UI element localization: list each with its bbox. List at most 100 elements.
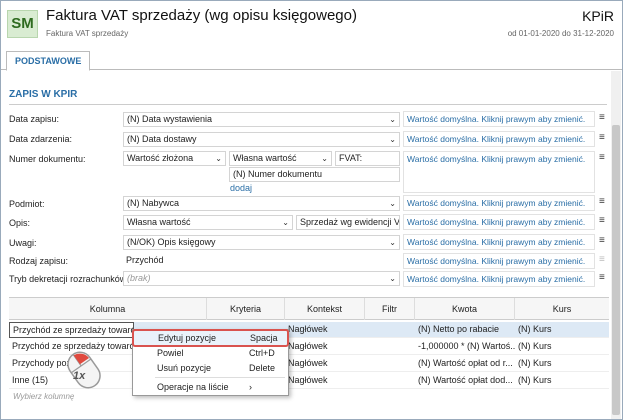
opis-value: Własna wartość [127, 217, 191, 227]
numer-type-value: Wartość złożona [127, 153, 194, 163]
tab-podstawowe[interactable]: PODSTAWOWE [6, 51, 91, 71]
chevron-right-icon: › [249, 382, 252, 392]
numer-type-select[interactable]: Wartość złożona ⌄ [123, 151, 226, 166]
menu-separator [155, 377, 285, 378]
tab-bar: PODSTAWOWE [1, 49, 622, 71]
menu-item-label: Usuń pozycje [157, 363, 212, 373]
table-row[interactable]: Przychód ze sprzedaży towarów Nagłówek (… [9, 322, 609, 338]
col-kontekst[interactable]: Kontekst [285, 298, 365, 320]
opis-text-value: Sprzedaż wg ewidencji VAT [300, 217, 400, 227]
cell-filtr[interactable] [365, 322, 415, 338]
numer-part-select[interactable]: Własna wartość ⌄ [229, 151, 332, 166]
numer-dokumentu-label: Numer dokumentu: [9, 154, 86, 164]
header: SM Faktura VAT sprzedaży (wg opisu księg… [1, 1, 622, 49]
chevron-down-icon: ⌄ [389, 135, 396, 144]
period-range: od 01-01-2020 do 31-12-2020 [507, 29, 614, 38]
numer-field-select[interactable]: (N) Numer dokumentu [229, 167, 400, 182]
page-subtitle: Faktura VAT sprzedaży [46, 29, 129, 38]
document-window: SM Faktura VAT sprzedaży (wg opisu księg… [0, 0, 623, 420]
col-kolumna[interactable]: Kolumna [9, 298, 207, 320]
mouse-click-count: 1x [73, 370, 86, 382]
menu-item-usun[interactable]: Usuń pozycje Delete [133, 361, 288, 376]
podmiot-select[interactable]: (N) Nabywca ⌄ [123, 196, 400, 211]
cell-filtr[interactable] [365, 339, 415, 355]
default-hint[interactable]: Wartość domyślna. Kliknij prawym aby zmi… [403, 131, 595, 147]
chevron-down-icon: ⌄ [215, 154, 222, 163]
cell-kontekst[interactable]: Nagłówek [285, 373, 365, 389]
chevron-down-icon: ⌄ [282, 218, 289, 227]
data-zapisu-value: (N) Data wystawienia [127, 114, 213, 124]
menu-item-shortcut: Delete [249, 363, 276, 373]
chevron-down-icon: ⌄ [389, 238, 396, 247]
cell-kwota[interactable]: (N) Netto po rabacie [415, 322, 515, 338]
register-name: KPiR [582, 8, 614, 24]
context-menu: Edytuj pozycje Spacja Powiel Ctrl+D Usuń… [132, 329, 289, 396]
menu-icon[interactable]: ≡ [599, 132, 605, 143]
default-hint[interactable]: Wartość domyślna. Kliknij prawym aby zmi… [403, 234, 595, 250]
numer-field-value: (N) Numer dokumentu [233, 169, 323, 179]
menu-item-label: Operacje na liście [157, 382, 229, 392]
podmiot-value: (N) Nabywca [127, 198, 180, 208]
menu-item-powiel[interactable]: Powiel Ctrl+D [133, 346, 288, 361]
default-hint[interactable]: Wartość domyślna. Kliknij prawym aby zmi… [403, 214, 595, 230]
menu-icon[interactable]: ≡ [599, 112, 605, 123]
col-kwota[interactable]: Kwota [415, 298, 515, 320]
menu-icon[interactable]: ≡ [599, 152, 605, 163]
tryb-label: Tryb dekretacji rozrachunków: [9, 274, 129, 284]
cell-kontekst[interactable]: Nagłówek [285, 356, 365, 372]
default-hint[interactable]: Wartość domyślna. Kliknij prawym aby zmi… [403, 195, 595, 211]
cell-kwota[interactable]: -1,000000 * (N) Wartoś... [415, 339, 515, 355]
data-zapisu-select[interactable]: (N) Data wystawienia ⌄ [123, 112, 400, 127]
tryb-placeholder: (brak) [127, 273, 151, 283]
col-kurs[interactable]: Kurs [515, 298, 609, 320]
cell-kurs[interactable]: (N) Kurs [515, 356, 609, 372]
chevron-down-icon: ⌄ [389, 274, 396, 283]
document-type-badge: SM [7, 10, 38, 38]
opis-text-input[interactable]: Sprzedaż wg ewidencji VAT [296, 215, 400, 230]
uwagi-value: (N/OK) Opis księgowy [127, 237, 216, 247]
menu-icon[interactable]: ≡ [599, 215, 605, 226]
uwagi-select[interactable]: (N/OK) Opis księgowy ⌄ [123, 235, 400, 250]
cell-filtr[interactable] [365, 373, 415, 389]
opis-select[interactable]: Własna wartość ⌄ [123, 215, 293, 230]
cell-kurs[interactable]: (N) Kurs [515, 339, 609, 355]
page-title: Faktura VAT sprzedaży (wg opisu księgowe… [46, 7, 357, 24]
table-header: Kolumna Kryteria Kontekst Filtr Kwota Ku… [9, 298, 609, 320]
section-divider [9, 104, 607, 105]
cell-kontekst[interactable]: Nagłówek [285, 339, 365, 355]
data-zapisu-label: Data zapisu: [9, 114, 60, 124]
cell-kontekst[interactable]: Nagłówek [285, 322, 365, 338]
default-hint[interactable]: Wartość domyślna. Kliknij prawym aby zmi… [403, 271, 595, 287]
menu-item-label: Powiel [157, 348, 184, 358]
col-filtr[interactable]: Filtr [365, 298, 415, 320]
menu-item-shortcut: Spacja [250, 333, 278, 343]
cell-kwota[interactable]: (N) Wartość opłat od r... [415, 356, 515, 372]
opis-label: Opis: [9, 218, 31, 228]
data-zdarzenia-value: (N) Data dostawy [127, 134, 197, 144]
add-link[interactable]: dodaj [230, 183, 252, 193]
cell-kurs[interactable]: (N) Kurs [515, 373, 609, 389]
data-zdarzenia-select[interactable]: (N) Data dostawy ⌄ [123, 132, 400, 147]
rodzaj-zapisu-label: Rodzaj zapisu: [9, 256, 69, 266]
menu-item-label: Edytuj pozycje [158, 333, 217, 343]
scrollbar-thumb[interactable] [612, 125, 620, 415]
chevron-down-icon: ⌄ [389, 199, 396, 208]
menu-icon[interactable]: ≡ [599, 272, 605, 283]
default-hint[interactable]: Wartość domyślna. Kliknij prawym aby zmi… [403, 111, 595, 127]
cell-filtr[interactable] [365, 356, 415, 372]
col-kryteria[interactable]: Kryteria [207, 298, 285, 320]
chevron-down-icon: ⌄ [321, 154, 328, 163]
menu-item-edytuj[interactable]: Edytuj pozycje Spacja [132, 329, 289, 347]
menu-item-operacje[interactable]: Operacje na liście › [133, 380, 288, 395]
cell-kwota[interactable]: (N) Wartość opłat dod... [415, 373, 515, 389]
default-hint[interactable]: Wartość domyślna. Kliknij prawym aby zmi… [403, 253, 595, 269]
tryb-select[interactable]: (brak) ⌄ [123, 271, 400, 286]
menu-icon[interactable]: ≡ [599, 196, 605, 207]
chevron-down-icon: ⌄ [389, 115, 396, 124]
menu-icon[interactable]: ≡ [599, 235, 605, 246]
section-title: ZAPIS W KPIR [9, 89, 78, 100]
default-hint[interactable]: Wartość domyślna. Kliknij prawym aby zmi… [403, 151, 595, 193]
cell-kolumna[interactable]: Przychód ze sprzedaży towarów [9, 322, 134, 338]
numer-prefix-input[interactable]: FVAT: [335, 151, 400, 166]
cell-kurs[interactable]: (N) Kurs [515, 322, 609, 338]
